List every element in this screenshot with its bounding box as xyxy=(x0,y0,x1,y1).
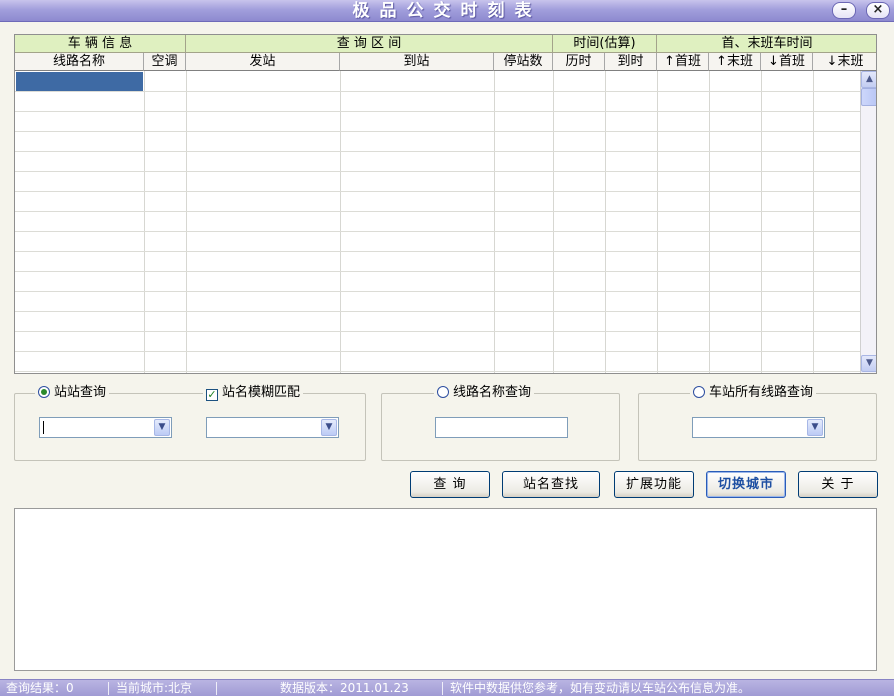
group-header-time: 时间(估算) xyxy=(553,35,657,53)
find-station-button[interactable]: 站名查找 xyxy=(502,471,600,498)
grid-row-line xyxy=(15,311,860,312)
station-query-group: 站站查询 ✓ 站名模糊匹配 ▼ ▼ xyxy=(14,384,366,461)
query-button[interactable]: 查 询 xyxy=(410,471,490,498)
grid-column-line xyxy=(761,71,762,373)
group-header-vehicle: 车 辆 信 息 xyxy=(15,35,186,53)
grid-row-line xyxy=(15,231,860,232)
line-name-query-option[interactable]: 线路名称查询 xyxy=(434,384,535,402)
title-bar: 极品公交时刻表 – × xyxy=(0,0,894,22)
selected-cell[interactable] xyxy=(16,72,143,91)
fuzzy-match-label: 站名模糊匹配 xyxy=(222,385,301,400)
group-header-query-range: 查 询 区 间 xyxy=(186,35,553,53)
status-version: 数据版本：2011.01.23 xyxy=(280,681,409,695)
grid-column-line xyxy=(494,71,495,373)
triangle-down-icon: ▼ xyxy=(866,358,873,368)
scroll-up-button[interactable]: ▲ xyxy=(861,71,876,88)
fuzzy-match-option[interactable]: ✓ 站名模糊匹配 xyxy=(203,384,304,402)
grid-row-line xyxy=(15,191,860,192)
results-textarea[interactable] xyxy=(14,508,877,671)
group-header-first-last: 首、末班车时间 xyxy=(657,35,876,53)
grid-column-line xyxy=(813,71,814,373)
col-header-to[interactable]: 到站 xyxy=(340,53,494,71)
grid-column-line xyxy=(657,71,658,373)
col-header-down-first[interactable]: ↓首班 xyxy=(761,53,813,71)
grid-row-line xyxy=(15,131,860,132)
line-name-query-label: 线路名称查询 xyxy=(453,385,532,400)
grid-column-line xyxy=(553,71,554,373)
col-header-stops[interactable]: 停站数 xyxy=(494,53,553,71)
status-divider xyxy=(216,682,217,695)
grid-column-line xyxy=(605,71,606,373)
grid-body[interactable] xyxy=(15,71,860,373)
grid-column-line xyxy=(186,71,187,373)
grid-row-line xyxy=(15,331,860,332)
minus-icon: – xyxy=(840,2,848,17)
station-lines-query-label: 车站所有线路查询 xyxy=(709,385,814,400)
station-query-option[interactable]: 站站查询 xyxy=(35,384,110,402)
chevron-down-icon[interactable]: ▼ xyxy=(154,419,170,436)
status-divider xyxy=(442,682,443,695)
col-header-up-last[interactable]: ↑末班 xyxy=(709,53,761,71)
x-icon: × xyxy=(872,2,884,17)
station-lines-query-group: 车站所有线路查询 ▼ xyxy=(638,384,877,461)
grid-row-line xyxy=(15,251,860,252)
text-caret xyxy=(43,421,44,434)
grid-row-line xyxy=(15,291,860,292)
scroll-down-button[interactable]: ▼ xyxy=(861,355,876,372)
grid-column-line xyxy=(144,71,145,373)
grid-row-line xyxy=(15,91,860,92)
to-station-combo[interactable]: ▼ xyxy=(206,417,339,438)
scroll-thumb[interactable] xyxy=(861,88,876,106)
station-query-label: 站站查询 xyxy=(54,385,107,400)
grid-column-line xyxy=(709,71,710,373)
col-header-from[interactable]: 发站 xyxy=(186,53,340,71)
status-city: 当前城市:北京 xyxy=(116,681,193,695)
col-header-duration[interactable]: 历时 xyxy=(553,53,605,71)
grid-row-line xyxy=(15,171,860,172)
chevron-down-icon[interactable]: ▼ xyxy=(807,419,823,436)
col-header-ac[interactable]: 空调 xyxy=(144,53,186,71)
radio-selected-icon[interactable] xyxy=(38,386,50,398)
radio-unselected-icon[interactable] xyxy=(437,386,449,398)
station-lines-combo[interactable]: ▼ xyxy=(692,417,825,438)
status-result: 查询结果：0 xyxy=(6,681,74,695)
checkmark-icon[interactable]: ✓ xyxy=(206,389,218,401)
col-header-down-last[interactable]: ↓末班 xyxy=(813,53,876,71)
col-header-arrive[interactable]: 到时 xyxy=(605,53,657,71)
about-button[interactable]: 关 于 xyxy=(798,471,878,498)
line-name-input[interactable] xyxy=(435,417,568,438)
minimize-button[interactable]: – xyxy=(832,2,856,19)
switch-city-button[interactable]: 切换城市 xyxy=(706,471,786,498)
grid-column-line xyxy=(340,71,341,373)
extended-features-button[interactable]: 扩展功能 xyxy=(614,471,694,498)
chevron-down-icon[interactable]: ▼ xyxy=(321,419,337,436)
status-divider xyxy=(108,682,109,695)
vertical-scrollbar[interactable]: ▲ ▼ xyxy=(860,71,876,373)
line-name-query-group: 线路名称查询 xyxy=(381,384,620,461)
grid-row-line xyxy=(15,211,860,212)
timetable-grid[interactable]: 车 辆 信 息 查 询 区 间 时间(估算) 首、末班车时间 线路名称 空调 发… xyxy=(14,34,877,374)
status-notice: 软件中数据供您参考，如有变动请以车站公布信息为准。 xyxy=(450,681,751,695)
triangle-up-icon: ▲ xyxy=(866,74,873,84)
close-button[interactable]: × xyxy=(866,2,890,19)
grid-row-line xyxy=(15,271,860,272)
grid-row-line xyxy=(15,371,860,372)
col-header-line-name[interactable]: 线路名称 xyxy=(15,53,144,71)
grid-row-line xyxy=(15,111,860,112)
status-bar: 查询结果：0 当前城市:北京 数据版本：2011.01.23 软件中数据供您参考… xyxy=(0,679,894,696)
col-header-up-first[interactable]: ↑首班 xyxy=(657,53,709,71)
from-station-combo[interactable]: ▼ xyxy=(39,417,172,438)
grid-row-line xyxy=(15,151,860,152)
radio-unselected-icon[interactable] xyxy=(693,386,705,398)
window-title: 极品公交时刻表 xyxy=(352,1,542,21)
station-lines-query-option[interactable]: 车站所有线路查询 xyxy=(690,384,817,402)
grid-row-line xyxy=(15,351,860,352)
